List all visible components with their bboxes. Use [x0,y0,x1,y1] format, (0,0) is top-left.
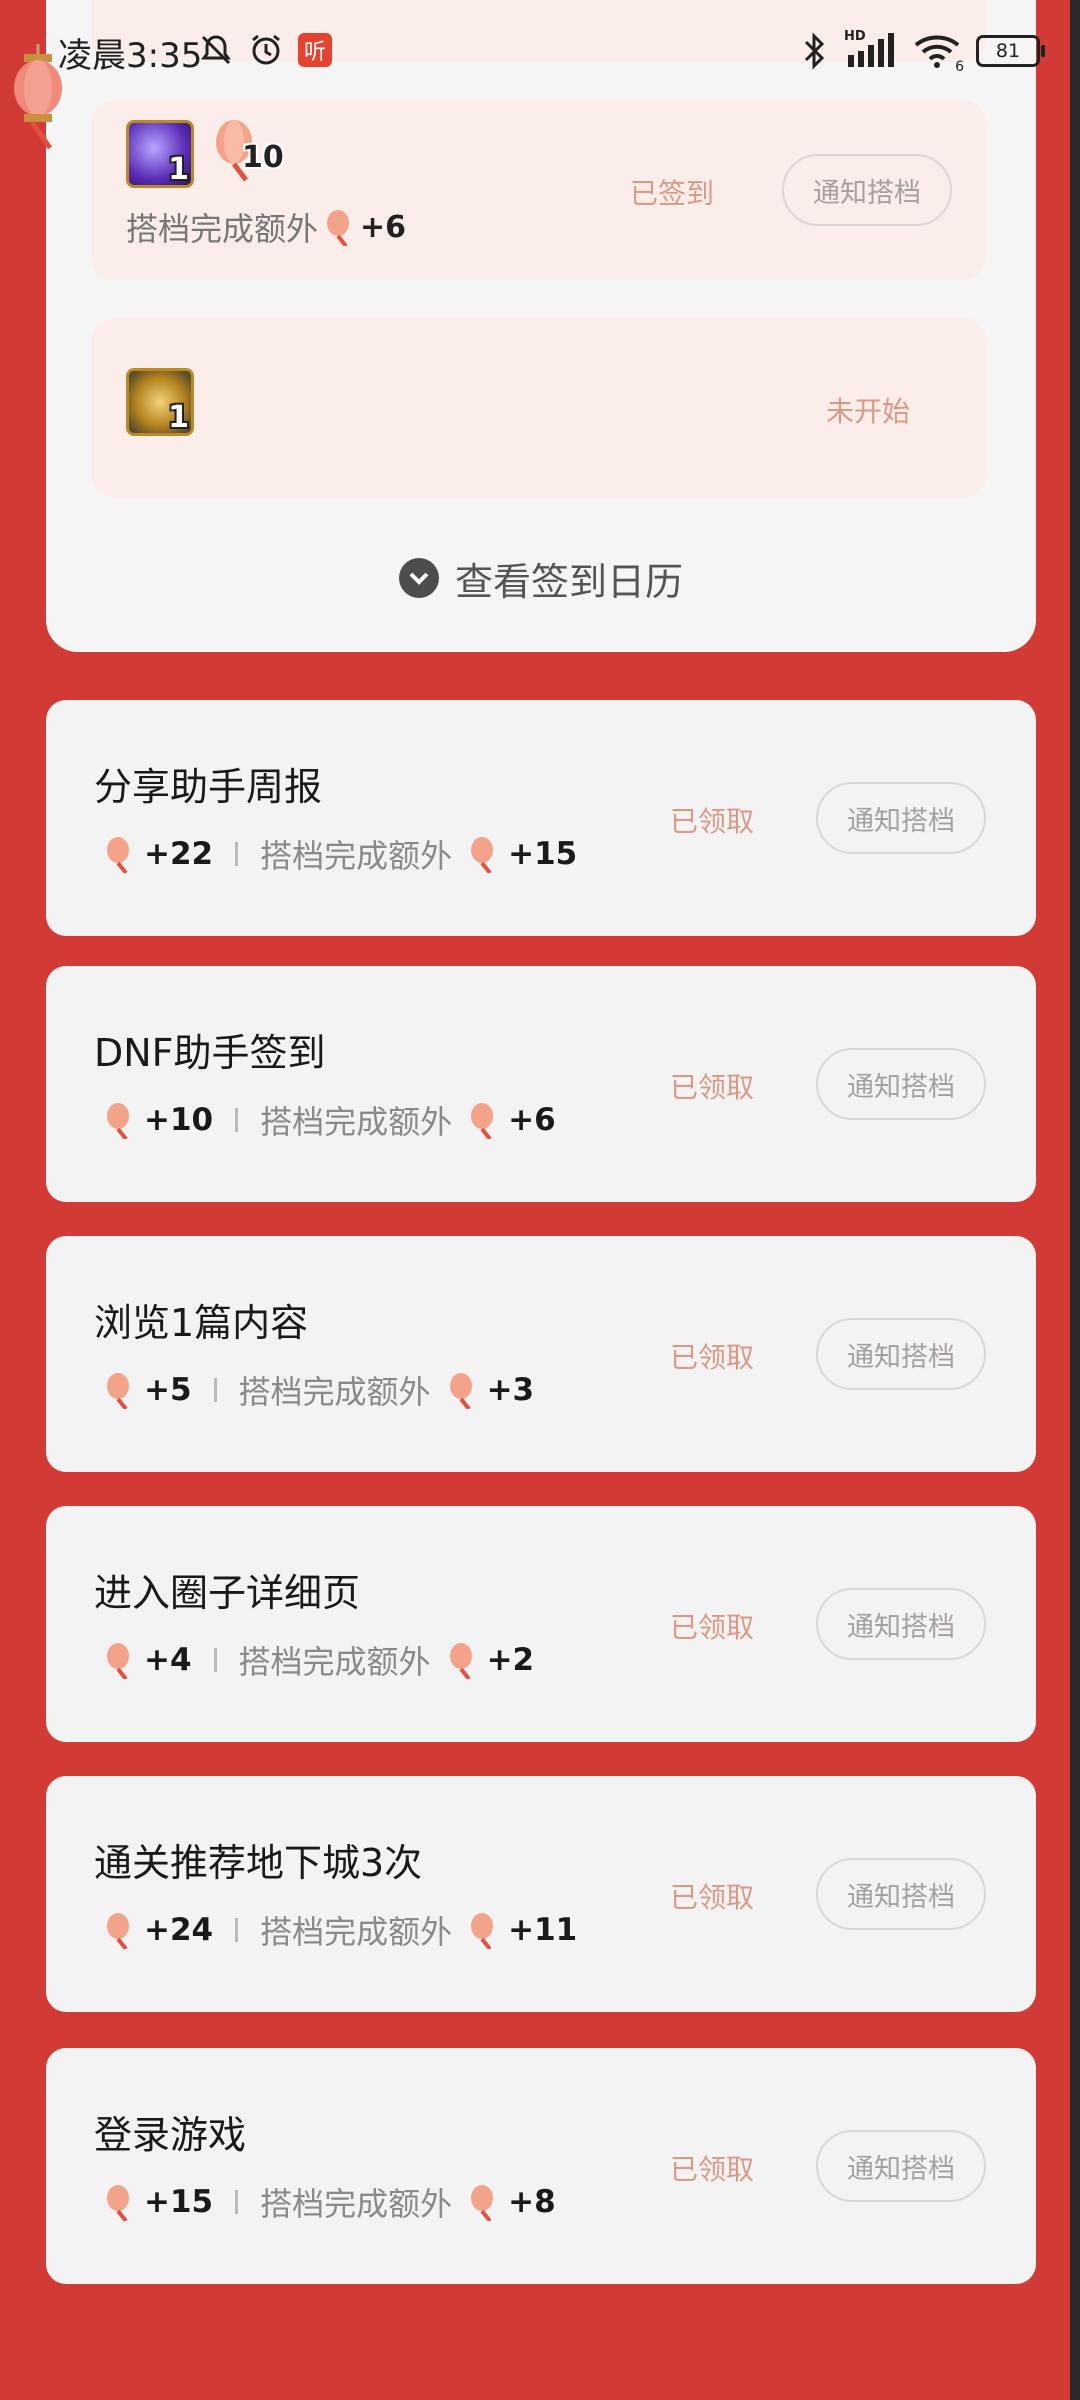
lantern-bulb-icon [471,1913,494,1949]
status-bar: 凌晨3:35 听 HD 6 81 [0,20,1080,84]
task-reward-value: +5 [144,1372,192,1408]
task-card: 登录游戏 +15 搭档完成额外 +8 已领取 通知搭档 [46,2048,1036,2284]
partner-bonus-label: 搭档完成额外 [126,210,319,248]
wifi-icon: 6 [914,33,964,75]
status-time: 凌晨3:35 [58,36,203,76]
cellular-signal-icon: HD [844,29,898,69]
lantern-bulb-icon [471,2185,494,2221]
claimed-status: 已领取 [670,805,755,838]
lantern-bulb-icon [107,1913,129,1949]
task-card: 进入圈子详细页 +4 搭档完成额外 +2 已领取 通知搭档 [46,1506,1036,1742]
task-reward-value: +24 [144,1912,214,1948]
lantern-bulb-icon [107,1373,129,1409]
partner-bonus-label: 搭档完成额外 [260,1103,453,1141]
partner-bonus-label: 搭档完成额外 [260,2185,453,2223]
task-title: 浏览1篇内容 [94,1301,309,1345]
item-qty: 10 [242,140,284,175]
partner-bonus-value: +15 [508,836,578,872]
claimed-status: 已领取 [670,1071,755,1104]
notify-partner-button[interactable]: 通知搭档 [782,154,952,226]
claimed-status: 已领取 [670,1881,755,1914]
task-reward-value: +15 [144,2184,214,2220]
lantern-bulb-icon [107,1643,129,1679]
partner-bonus-value: +6 [508,1102,556,1138]
partner-bonus-label: 搭档完成额外 [260,1913,453,1951]
task-title: DNF助手签到 [94,1031,326,1075]
task-rewards: +4 搭档完成额外 +2 [104,1632,534,1688]
partner-bonus-value: +8 [508,2184,556,2220]
lantern-bulb-icon [107,1103,129,1139]
item-qty: 1 [168,152,189,187]
bluetooth-icon [804,32,825,70]
task-title: 进入圈子详细页 [94,1571,361,1615]
claimed-status: 已领取 [670,2153,755,2186]
partner-bonus: 搭档完成额外 +6 [126,204,406,250]
notify-partner-button[interactable]: 通知搭档 [816,1048,986,1120]
task-card: 浏览1篇内容 +5 搭档完成额外 +3 已领取 通知搭档 [46,1236,1036,1472]
partner-bonus-value: +3 [486,1372,535,1408]
view-calendar-link[interactable]: 查看签到日历 [46,548,1036,608]
listen-badge: 听 [298,33,332,67]
divider [235,1108,239,1132]
red-lantern-icon [14,44,62,150]
purple-orb-icon: 1 [126,120,194,188]
chevron-down-icon [398,558,439,598]
lantern-bulb-icon [327,210,350,246]
screen-edge [1070,0,1080,2400]
partner-bonus-value: +11 [508,1912,578,1948]
battery-icon: 81 [976,35,1045,67]
item-qty: 1 [168,400,189,435]
alarm-icon [252,34,280,65]
task-rewards: +5 搭档完成额外 +3 [104,1362,534,1418]
notify-partner-button[interactable]: 通知搭档 [816,1858,986,1930]
signin-row-next: 1 未开始 [92,318,986,498]
divider [213,1378,217,1402]
task-card: 通关推荐地下城3次 +24 搭档完成额外 +11 已领取 通知搭档 [46,1776,1036,2012]
divider [235,2190,239,2214]
task-title: 分享助手周报 [94,765,323,809]
task-reward-value: +4 [144,1642,192,1678]
divider [235,842,239,866]
partner-bonus-value: +2 [486,1642,535,1678]
partner-bonus-label: 搭档完成额外 [260,837,453,875]
notify-partner-button[interactable]: 通知搭档 [816,782,986,854]
lantern-bulb-icon [471,837,494,873]
battery-level: 81 [995,40,1021,62]
partner-bonus-label: 搭档完成额外 [238,1643,431,1681]
divider [213,1648,217,1672]
not-started-status: 未开始 [826,395,911,428]
task-title: 通关推荐地下城3次 [94,1841,423,1885]
lantern-bulb-icon [471,1103,494,1139]
signed-status: 已签到 [630,177,715,210]
divider [235,1918,239,1942]
golden-clock-icon: 1 [126,368,194,436]
lantern-bulb-icon [449,1373,472,1409]
notify-partner-button[interactable]: 通知搭档 [816,1318,986,1390]
status-icons-right: HD 6 81 [800,29,1045,75]
claimed-status: 已领取 [670,1341,755,1374]
lantern-bulb-icon [107,2185,129,2221]
lantern-bulb-icon [449,1643,472,1679]
task-card: 分享助手周报 +22 搭档完成额外 +15 已领取 通知搭档 [46,700,1036,936]
task-rewards: +15 搭档完成额外 +8 [104,2174,556,2230]
task-reward-value: +10 [144,1102,214,1138]
view-calendar-label: 查看签到日历 [454,559,683,604]
status-icons-left: 听 [198,32,332,68]
lantern-bulb-item: 10 [212,118,292,188]
task-rewards: +22 搭档完成额外 +15 [104,826,577,882]
notify-partner-button[interactable]: 通知搭档 [816,1588,986,1660]
mute-bell-icon [201,35,231,65]
lantern-bulb-icon [107,837,129,873]
wifi-subscript: 6 [955,59,964,75]
partner-bonus-label: 搭档完成额外 [238,1373,431,1411]
task-rewards: +24 搭档完成额外 +11 [104,1902,577,1958]
task-reward-value: +22 [144,836,214,872]
signin-row-day: 1 10 搭档完成额外 +6 已签到 通知搭档 [92,100,986,280]
task-card: DNF助手签到 +10 搭档完成额外 +6 已领取 通知搭档 [46,966,1036,1202]
claimed-status: 已领取 [670,1611,755,1644]
partner-bonus-value: +6 [360,209,407,245]
task-title: 登录游戏 [94,2113,247,2157]
task-rewards: +10 搭档完成额外 +6 [104,1092,556,1148]
notify-partner-button[interactable]: 通知搭档 [816,2130,986,2202]
